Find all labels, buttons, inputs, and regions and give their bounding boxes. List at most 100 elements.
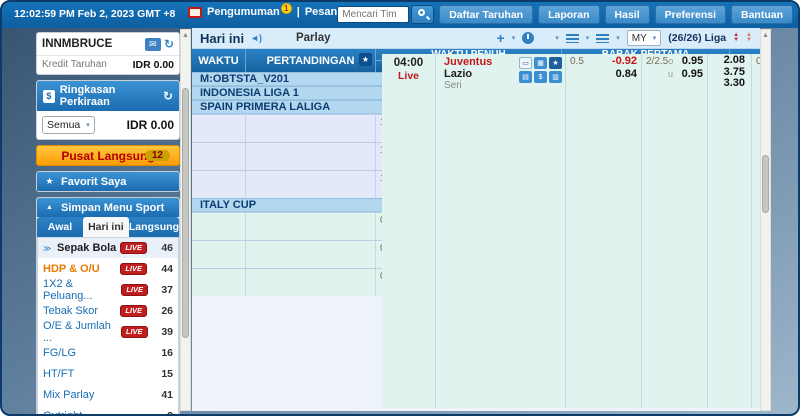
list-view-icon[interactable] (596, 34, 609, 43)
ou-line: u0.95 (646, 68, 703, 80)
match-count: 16 (153, 347, 173, 359)
match-count: 41 (153, 389, 173, 401)
favorites-panel: ★ Favorit Saya (36, 171, 180, 192)
clock-icon[interactable] (522, 32, 534, 44)
chevron-down-icon[interactable]: ▾ (512, 34, 516, 42)
time-cell: 04:00Live (382, 54, 436, 408)
sidebar-item-1x2-peluang-[interactable]: 1X2 & Peluang...LIVE37 (38, 279, 178, 300)
tv-icon[interactable]: ▭ (519, 57, 532, 69)
divider: | (297, 6, 300, 18)
odds-value[interactable]: 0.84 (616, 68, 637, 80)
odds-value[interactable]: -0.92 (612, 55, 637, 67)
sidebar-item-label: FG/LG (43, 347, 76, 359)
dollar-icon[interactable]: $ (534, 71, 547, 83)
odds-value[interactable]: 2.08 (712, 55, 745, 67)
sort-icon[interactable]: ▲▼ (746, 33, 752, 43)
grid-icon[interactable]: ▦ (534, 57, 547, 69)
odds-value[interactable]: 3.30 (712, 78, 745, 90)
sidebar-item-label: O/E & Jumlah ... (43, 320, 121, 344)
nav-button-hasil[interactable]: Hasil (605, 5, 650, 24)
nav-button-preferensi[interactable]: Preferensi (655, 5, 726, 24)
sidebar-item-hdp-o-u[interactable]: HDP & O/ULIVE44 (38, 258, 178, 279)
app-window: 12:02:59 PM Feb 2, 2023 GMT +8 Pengumuma… (0, 0, 800, 416)
search-icon (418, 9, 425, 16)
star-icon[interactable]: ★ (549, 57, 562, 69)
topbar: 12:02:59 PM Feb 2, 2023 GMT +8 Pengumuma… (2, 2, 798, 28)
odds-value[interactable]: 0.95 (673, 55, 703, 67)
sidebar-item-sepak-bola[interactable]: ≫Sepak BolaLIVE46 (38, 237, 178, 258)
parlay-tab[interactable]: Parlay (296, 32, 331, 44)
refresh-icon[interactable]: ↻ (163, 89, 173, 103)
chevron-down-icon[interactable]: ▾ (555, 34, 559, 42)
tab-hari-ini[interactable]: Hari ini (83, 217, 129, 237)
main-content: Hari ini ◄) Parlay + ▾ ▾ ▾ ▾ MY▾ (26/26)… (192, 28, 760, 411)
summary-title: Ringkasan Perkiraan (60, 84, 158, 108)
main-toolbar: Hari ini ◄) Parlay + ▾ ▾ ▾ ▾ MY▾ (26/26)… (192, 28, 760, 49)
list-add-icon[interactable] (566, 34, 579, 43)
time-cell (192, 269, 246, 296)
sidebar-scrollbar[interactable]: ▲ (180, 29, 191, 411)
time-cell (192, 115, 246, 142)
scroll-up-icon[interactable]: ▲ (181, 30, 190, 41)
goal-line: 2/2.5 (646, 56, 668, 68)
star-icon[interactable]: ★ (359, 53, 372, 66)
scrollbar-thumb[interactable] (182, 88, 189, 338)
search-input[interactable] (337, 6, 409, 23)
chevron-up-icon: ▲ (43, 201, 56, 214)
sort-icon[interactable]: ▲▼ (733, 33, 739, 43)
chevron-down-icon[interactable]: ▾ (586, 34, 590, 42)
search-button[interactable] (411, 5, 434, 24)
sidebar-item-o-e-jumlah-[interactable]: O/E & Jumlah ...LIVE39 (38, 321, 178, 342)
chevron-down-icon[interactable]: ▾ (616, 34, 620, 42)
credit-value: IDR 0.00 (133, 59, 174, 71)
league-count: (26/26) Liga (668, 32, 726, 44)
match-cell (246, 115, 376, 142)
chart-icon[interactable]: ▤ (519, 71, 532, 83)
sports-list: ≫Sepak BolaLIVE46HDP & O/ULIVE441X2 & Pe… (37, 237, 179, 414)
sidebar-item-tebak-skor[interactable]: Tebak SkorLIVE26 (38, 300, 178, 321)
scroll-up-icon[interactable]: ▲ (761, 30, 770, 41)
stats-icon[interactable]: ▥ (549, 71, 562, 83)
odds-format-select[interactable]: MY▾ (627, 30, 662, 46)
sidebar-item-outright[interactable]: Outright2 (38, 405, 178, 414)
scrollbar-thumb[interactable] (762, 155, 769, 213)
speaker-icon[interactable]: ◄) (250, 33, 262, 43)
live-center-button[interactable]: Pusat Langsung 12 (36, 145, 180, 166)
match-count: 26 (153, 305, 173, 317)
toolbar-controls: + ▾ ▾ ▾ ▾ MY▾ (26/26) Liga ▲▼ ▲▼ (497, 30, 752, 46)
nav-button-laporan[interactable]: Laporan (538, 5, 599, 24)
sidebar-item-label: Mix Parlay (43, 389, 94, 401)
sidebar-item-label: Outright (43, 410, 82, 415)
summary-filter-select[interactable]: Semua▾ (42, 116, 95, 134)
main-scrollbar[interactable]: ▲ (760, 29, 771, 411)
time-cell (192, 213, 246, 240)
sidebar-item-label: 1X2 & Peluang... (43, 278, 121, 302)
match-count: 37 (154, 284, 173, 296)
sidebar-item-fg-lg[interactable]: FG/LG 16 (38, 342, 178, 363)
nav-button-bantuan[interactable]: Bantuan (731, 5, 793, 24)
sport-menu-header[interactable]: ▲ Simpan Menu Sport (37, 198, 179, 217)
sidebar: INNMBRUCE ✉ ↻ Kredit Taruhan IDR 0.00 $ … (36, 32, 180, 414)
add-icon[interactable]: + (497, 30, 505, 46)
favorites-header[interactable]: ★ Favorit Saya (37, 172, 179, 191)
hdp-cell: 0/0.5-0.850.73 (752, 54, 760, 408)
topbar-nav: Daftar Taruhan Laporan Hasil Preferensi Bant… (439, 5, 793, 24)
sidebar-item-ht-ft[interactable]: HT/FT15 (38, 363, 178, 384)
match-cell (246, 241, 376, 268)
nav-button-daftar-taruhan[interactable]: Daftar Taruhan (439, 5, 533, 24)
page-title: Hari ini (200, 31, 244, 46)
match-icons: ▭▦★ ▤$▥ (519, 57, 562, 83)
live-center-count: 12 (145, 150, 170, 161)
tab-awal[interactable]: Awal (37, 217, 83, 237)
announcement-link[interactable]: Pengumuman (207, 6, 280, 18)
account-panel: INNMBRUCE ✉ ↻ Kredit Taruhan IDR 0.00 (36, 32, 180, 75)
odds-value[interactable]: 0.95 (673, 68, 703, 80)
match-block: 04:00LiveJuventusLazioSeri▭▦★▤$▥0.5-0.92… (192, 212, 760, 296)
sidebar-tabs: AwalHari iniLangsung (37, 217, 179, 237)
odds-table-body: M:OBTSTA_V20121:00Livemililogo1mililogo0… (192, 72, 760, 296)
refresh-icon[interactable]: ↻ (164, 37, 174, 51)
mail-icon[interactable]: ✉ (145, 38, 161, 51)
sidebar-item-mix-parlay[interactable]: Mix Parlay 41 (38, 384, 178, 405)
tab-langsung[interactable]: Langsung (129, 217, 179, 237)
ou-line: 2/2.5o0.95 (646, 55, 703, 68)
